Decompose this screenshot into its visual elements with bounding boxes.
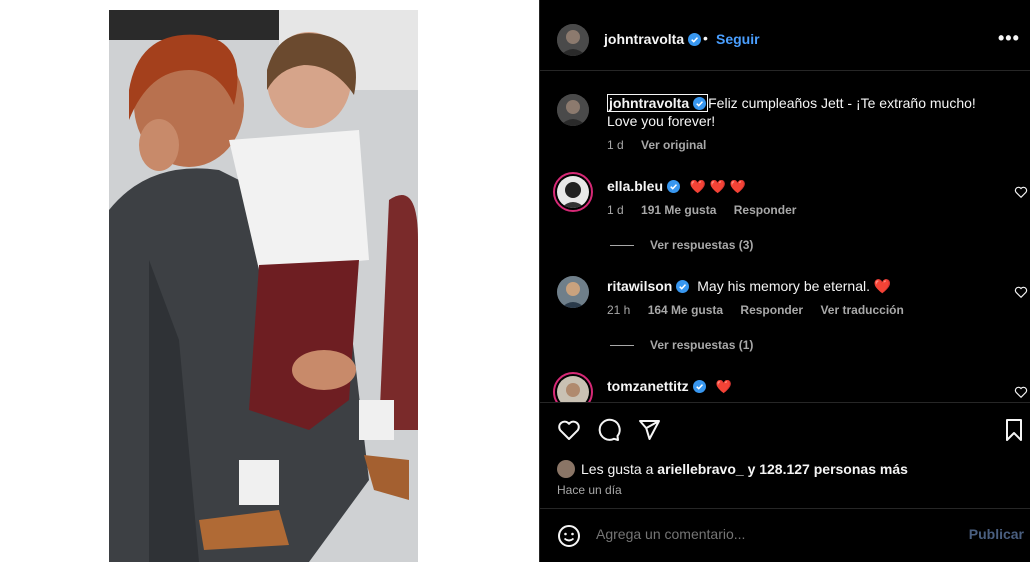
verified-badge-icon: [676, 280, 690, 293]
verified-badge-icon: [693, 97, 707, 110]
see-translation-link[interactable]: Ver traducción: [820, 303, 903, 317]
likes-prefix: Les gusta a: [581, 461, 654, 477]
post-timestamp: Hace un día: [557, 483, 622, 497]
comment-avatar[interactable]: [557, 276, 589, 308]
comment-like-icon[interactable]: [1014, 385, 1028, 399]
comment-meta: 1 d 191 Me gusta Responder: [607, 203, 810, 217]
save-bookmark-icon[interactable]: [1002, 418, 1026, 442]
post-media-area: [0, 0, 539, 562]
view-replies-button[interactable]: Ver respuestas (3): [610, 238, 753, 252]
post-photo[interactable]: [109, 10, 418, 562]
photo-illustration: [109, 10, 418, 562]
caption-text-block: johntravolta Feliz cumpleaños Jett - ¡Te …: [607, 94, 1007, 130]
caption-meta: 1 d Ver original: [607, 138, 720, 152]
likes-suffix[interactable]: y 128.127 personas más: [748, 461, 908, 477]
comments-section[interactable]: johntravolta Feliz cumpleaños Jett - ¡Te …: [540, 71, 1030, 402]
comment-avatar[interactable]: [553, 172, 593, 212]
comment-like-icon[interactable]: [1014, 285, 1028, 299]
comment-username[interactable]: ritawilson: [607, 278, 690, 294]
post-header: johntravolta • Seguir •••: [540, 0, 1030, 71]
more-options-icon[interactable]: •••: [998, 28, 1020, 49]
comment-text-block: ella.bleu ❤️ ❤️ ❤️: [607, 177, 746, 196]
comment-text-block: tomzanettitz ❤️: [607, 377, 732, 396]
view-replies-label: Ver respuestas (1): [650, 338, 754, 352]
post-actions-bar: Les gusta a ariellebravo_ y 128.127 pers…: [540, 402, 1030, 509]
author-avatar[interactable]: [557, 24, 589, 56]
emoji-icon[interactable]: [557, 524, 581, 548]
view-replies-button[interactable]: Ver respuestas (1): [610, 338, 753, 352]
reply-button[interactable]: Responder: [734, 203, 797, 217]
author-username[interactable]: johntravolta: [604, 31, 702, 47]
follow-button[interactable]: Seguir: [716, 31, 760, 47]
verified-badge-icon: [667, 180, 681, 193]
comment-like-icon[interactable]: [1014, 185, 1028, 199]
comment-likes-count[interactable]: 164 Me gusta: [648, 303, 723, 317]
caption-avatar[interactable]: [557, 94, 589, 126]
comment-text: ❤️ ❤️ ❤️: [689, 179, 746, 194]
post-side-panel: johntravolta • Seguir ••• johntravolta Fe…: [539, 0, 1030, 562]
comment-input[interactable]: [596, 526, 956, 542]
likes-summary[interactable]: Les gusta a ariellebravo_ y 128.127 pers…: [557, 460, 908, 478]
comment-time: 1 d: [607, 203, 624, 217]
replies-divider: [610, 245, 634, 247]
liker-avatar: [557, 460, 575, 478]
comment-time: 21 h: [607, 303, 631, 317]
add-comment-bar: Publicar: [540, 509, 1030, 562]
view-replies-label: Ver respuestas (3): [650, 238, 754, 252]
comment-bubble-icon[interactable]: [597, 418, 621, 442]
caption-username[interactable]: johntravolta: [607, 94, 709, 112]
comment-meta: 21 h 164 Me gusta Responder Ver traducci…: [607, 303, 918, 317]
comment-text: ❤️: [715, 379, 732, 394]
first-liker-username[interactable]: ariellebravo_: [657, 461, 743, 477]
publish-button[interactable]: Publicar: [969, 526, 1024, 542]
verified-badge-icon: [692, 380, 706, 393]
like-heart-icon[interactable]: [557, 418, 581, 442]
comment-text-block: ritawilson May his memory be eternal. ❤️: [607, 277, 891, 295]
separator-dot: •: [703, 30, 708, 46]
comment-text: May his memory be eternal. ❤️: [697, 278, 892, 294]
caption-time: 1 d: [607, 138, 624, 152]
comment-avatar[interactable]: [553, 372, 593, 402]
replies-divider: [610, 345, 634, 347]
verified-badge-icon: [688, 33, 702, 46]
comment-likes-count[interactable]: 191 Me gusta: [641, 203, 716, 217]
see-original-link[interactable]: Ver original: [641, 138, 706, 152]
reply-button[interactable]: Responder: [740, 303, 803, 317]
comment-username[interactable]: tomzanettitz: [607, 378, 706, 394]
comment-username[interactable]: ella.bleu: [607, 178, 681, 194]
share-send-icon[interactable]: [637, 418, 661, 442]
